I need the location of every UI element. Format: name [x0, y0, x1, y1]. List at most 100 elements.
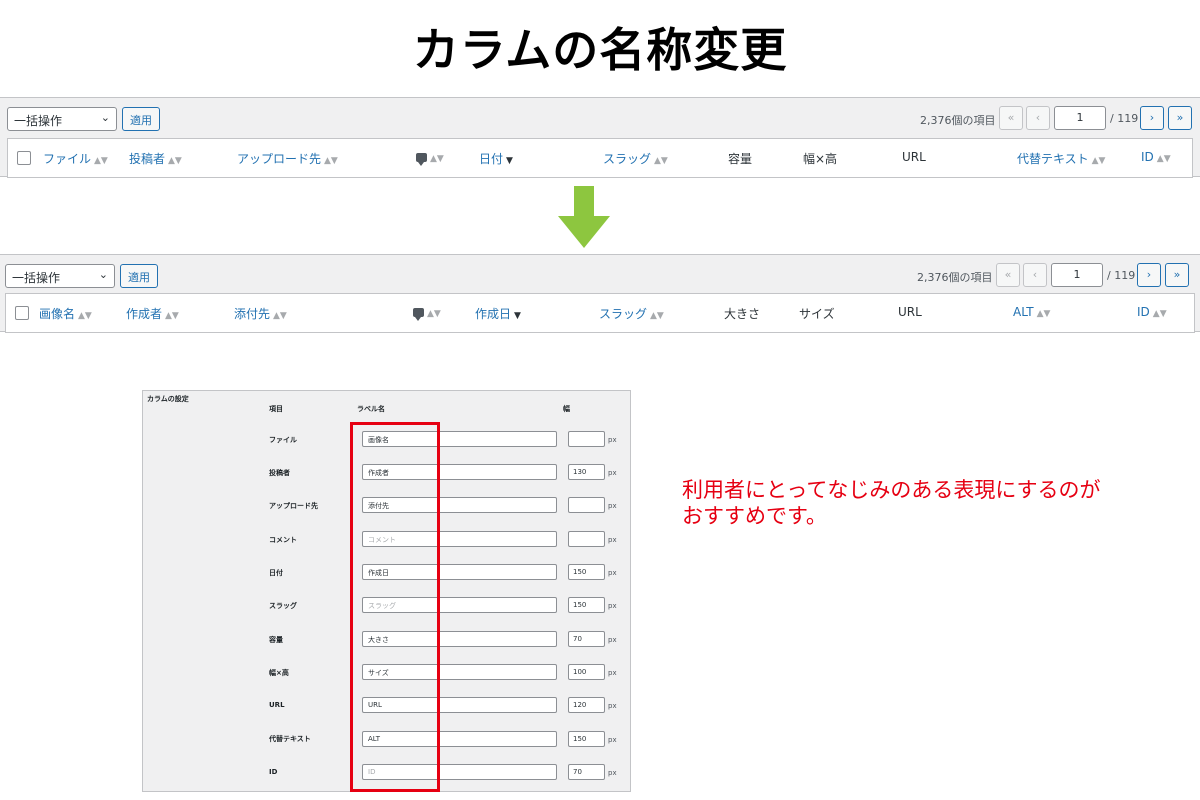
sort-icon: ▲▼ — [1036, 309, 1051, 319]
table-header: ファイル ▲▼ 投稿者 ▲▼ アップロード先 ▲▼ ▲▼ 日付 ▼ スラッグ ▲▼ 容量 … — [7, 138, 1193, 178]
column-dimensions: 幅×高 — [803, 152, 838, 166]
px-unit: px — [608, 502, 617, 510]
column-image-name[interactable]: 画像名 ▲▼ — [39, 305, 92, 322]
apply-button[interactable]: 適用 — [120, 264, 158, 288]
sort-icon: ▲▼ — [430, 154, 444, 164]
sort-desc-icon: ▼ — [506, 156, 513, 166]
sort-icon: ▲▼ — [1152, 309, 1167, 319]
column-file[interactable]: ファイル ▲▼ — [43, 150, 108, 167]
column-date[interactable]: 日付 ▼ — [479, 150, 513, 167]
setting-name: 容量 — [269, 636, 283, 644]
down-arrow-icon — [558, 186, 610, 248]
column-creator[interactable]: 作成者 ▲▼ — [126, 305, 179, 322]
column-slug[interactable]: スラッグ ▲▼ — [603, 150, 668, 167]
page-input[interactable]: 1 — [1054, 106, 1106, 130]
setting-name: URL — [269, 701, 285, 709]
item-column-header: 項目 — [269, 405, 283, 413]
width-input[interactable] — [568, 497, 605, 513]
page-input[interactable]: 1 — [1051, 263, 1103, 287]
sort-icon: ▲▼ — [650, 311, 664, 321]
setting-name: ID — [269, 768, 278, 776]
px-unit: px — [608, 536, 617, 544]
column-alt[interactable]: ALT ▲▼ — [1013, 305, 1050, 319]
column-comments[interactable]: ▲▼ — [416, 150, 444, 166]
bulk-action-select[interactable]: 一括操作 ⌄ — [7, 107, 117, 131]
width-column-header: 幅 — [563, 405, 570, 413]
sort-icon: ▲▼ — [273, 311, 287, 321]
px-unit: px — [608, 569, 617, 577]
media-list-before: 一括操作 ⌄ 適用 2,376個の項目 « ‹ 1 / 119 › » ファイル… — [0, 97, 1200, 178]
width-input[interactable]: 150 — [568, 597, 605, 613]
bulk-action-label: 一括操作 — [14, 114, 63, 128]
bulk-action-select[interactable]: 一括操作 ⌄ — [5, 264, 115, 288]
recommendation-note: 利用者にとってなじみのある表現にするのがおすすめです。 — [682, 478, 1101, 528]
width-input[interactable]: 70 — [568, 764, 605, 780]
setting-name: 代替テキスト — [269, 735, 311, 743]
table-header: 画像名 ▲▼ 作成者 ▲▼ 添付先 ▲▼ ▲▼ 作成日 ▼ スラッグ ▲▼ 大きさ サイズ… — [5, 293, 1195, 333]
width-input[interactable]: 120 — [568, 697, 605, 713]
px-unit: px — [608, 436, 617, 444]
px-unit: px — [608, 602, 617, 610]
column-dimensions: サイズ — [799, 307, 835, 321]
setting-name: 幅×高 — [269, 669, 289, 677]
column-attached-to[interactable]: 添付先 ▲▼ — [234, 305, 287, 322]
apply-button[interactable]: 適用 — [122, 107, 160, 131]
settings-heading: カラムの設定 — [147, 395, 189, 403]
column-url: URL — [902, 150, 926, 164]
px-unit: px — [608, 736, 617, 744]
chevron-down-icon: ⌄ — [98, 268, 108, 281]
select-all-checkbox[interactable] — [17, 151, 31, 165]
setting-name: コメント — [269, 536, 297, 544]
next-page-button[interactable]: › — [1140, 106, 1164, 130]
sort-icon: ▲▼ — [427, 309, 441, 319]
sort-icon: ▲▼ — [1091, 156, 1106, 166]
sort-icon: ▲▼ — [94, 156, 108, 166]
sort-icon: ▲▼ — [78, 311, 92, 321]
last-page-button[interactable]: » — [1165, 263, 1189, 287]
column-alt-text[interactable]: 代替テキスト ▲▼ — [1017, 150, 1105, 167]
page-total: / 119 — [1110, 112, 1139, 125]
sort-icon: ▲▼ — [1156, 154, 1171, 164]
page-total: / 119 — [1107, 269, 1136, 282]
setting-name: ファイル — [269, 436, 297, 444]
px-unit: px — [608, 469, 617, 477]
width-input[interactable]: 150 — [568, 564, 605, 580]
column-comments[interactable]: ▲▼ — [413, 305, 441, 321]
width-input[interactable]: 70 — [568, 631, 605, 647]
width-input[interactable]: 100 — [568, 664, 605, 680]
last-page-button[interactable]: » — [1168, 106, 1192, 130]
item-count: 2,376個の項目 — [920, 114, 996, 127]
width-input[interactable] — [568, 431, 605, 447]
setting-name: アップロード先 — [269, 502, 318, 510]
sort-desc-icon: ▼ — [514, 311, 521, 321]
select-all-checkbox[interactable] — [15, 306, 29, 320]
sort-icon: ▲▼ — [168, 156, 182, 166]
column-created-date[interactable]: 作成日 ▼ — [475, 305, 521, 322]
comment-bubble-icon — [416, 153, 427, 166]
comment-bubble-icon — [413, 308, 424, 321]
px-unit: px — [608, 702, 617, 710]
prev-page-button[interactable]: ‹ — [1026, 106, 1050, 130]
column-id[interactable]: ID ▲▼ — [1141, 150, 1171, 164]
width-input[interactable]: 130 — [568, 464, 605, 480]
column-slug[interactable]: スラッグ ▲▼ — [599, 305, 664, 322]
first-page-button[interactable]: « — [999, 106, 1023, 130]
sort-icon: ▲▼ — [165, 311, 179, 321]
column-url: URL — [898, 305, 922, 319]
width-input[interactable] — [568, 531, 605, 547]
prev-page-button[interactable]: ‹ — [1023, 263, 1047, 287]
sort-icon: ▲▼ — [654, 156, 668, 166]
column-author[interactable]: 投稿者 ▲▼ — [129, 150, 182, 167]
next-page-button[interactable]: › — [1137, 263, 1161, 287]
width-input[interactable]: 150 — [568, 731, 605, 747]
setting-name: 投稿者 — [269, 469, 290, 477]
setting-name: 日付 — [269, 569, 283, 577]
media-list-after: 一括操作 ⌄ 適用 2,376個の項目 « ‹ 1 / 119 › » 画像名 ▲… — [0, 254, 1200, 333]
column-size: 大きさ — [724, 307, 761, 321]
column-id[interactable]: ID ▲▼ — [1137, 305, 1167, 319]
sort-icon: ▲▼ — [324, 156, 338, 166]
first-page-button[interactable]: « — [996, 263, 1020, 287]
column-uploaded-to[interactable]: アップロード先 ▲▼ — [237, 150, 338, 167]
page-title: カラムの名称変更 — [412, 23, 788, 77]
label-column-highlight — [350, 422, 440, 792]
